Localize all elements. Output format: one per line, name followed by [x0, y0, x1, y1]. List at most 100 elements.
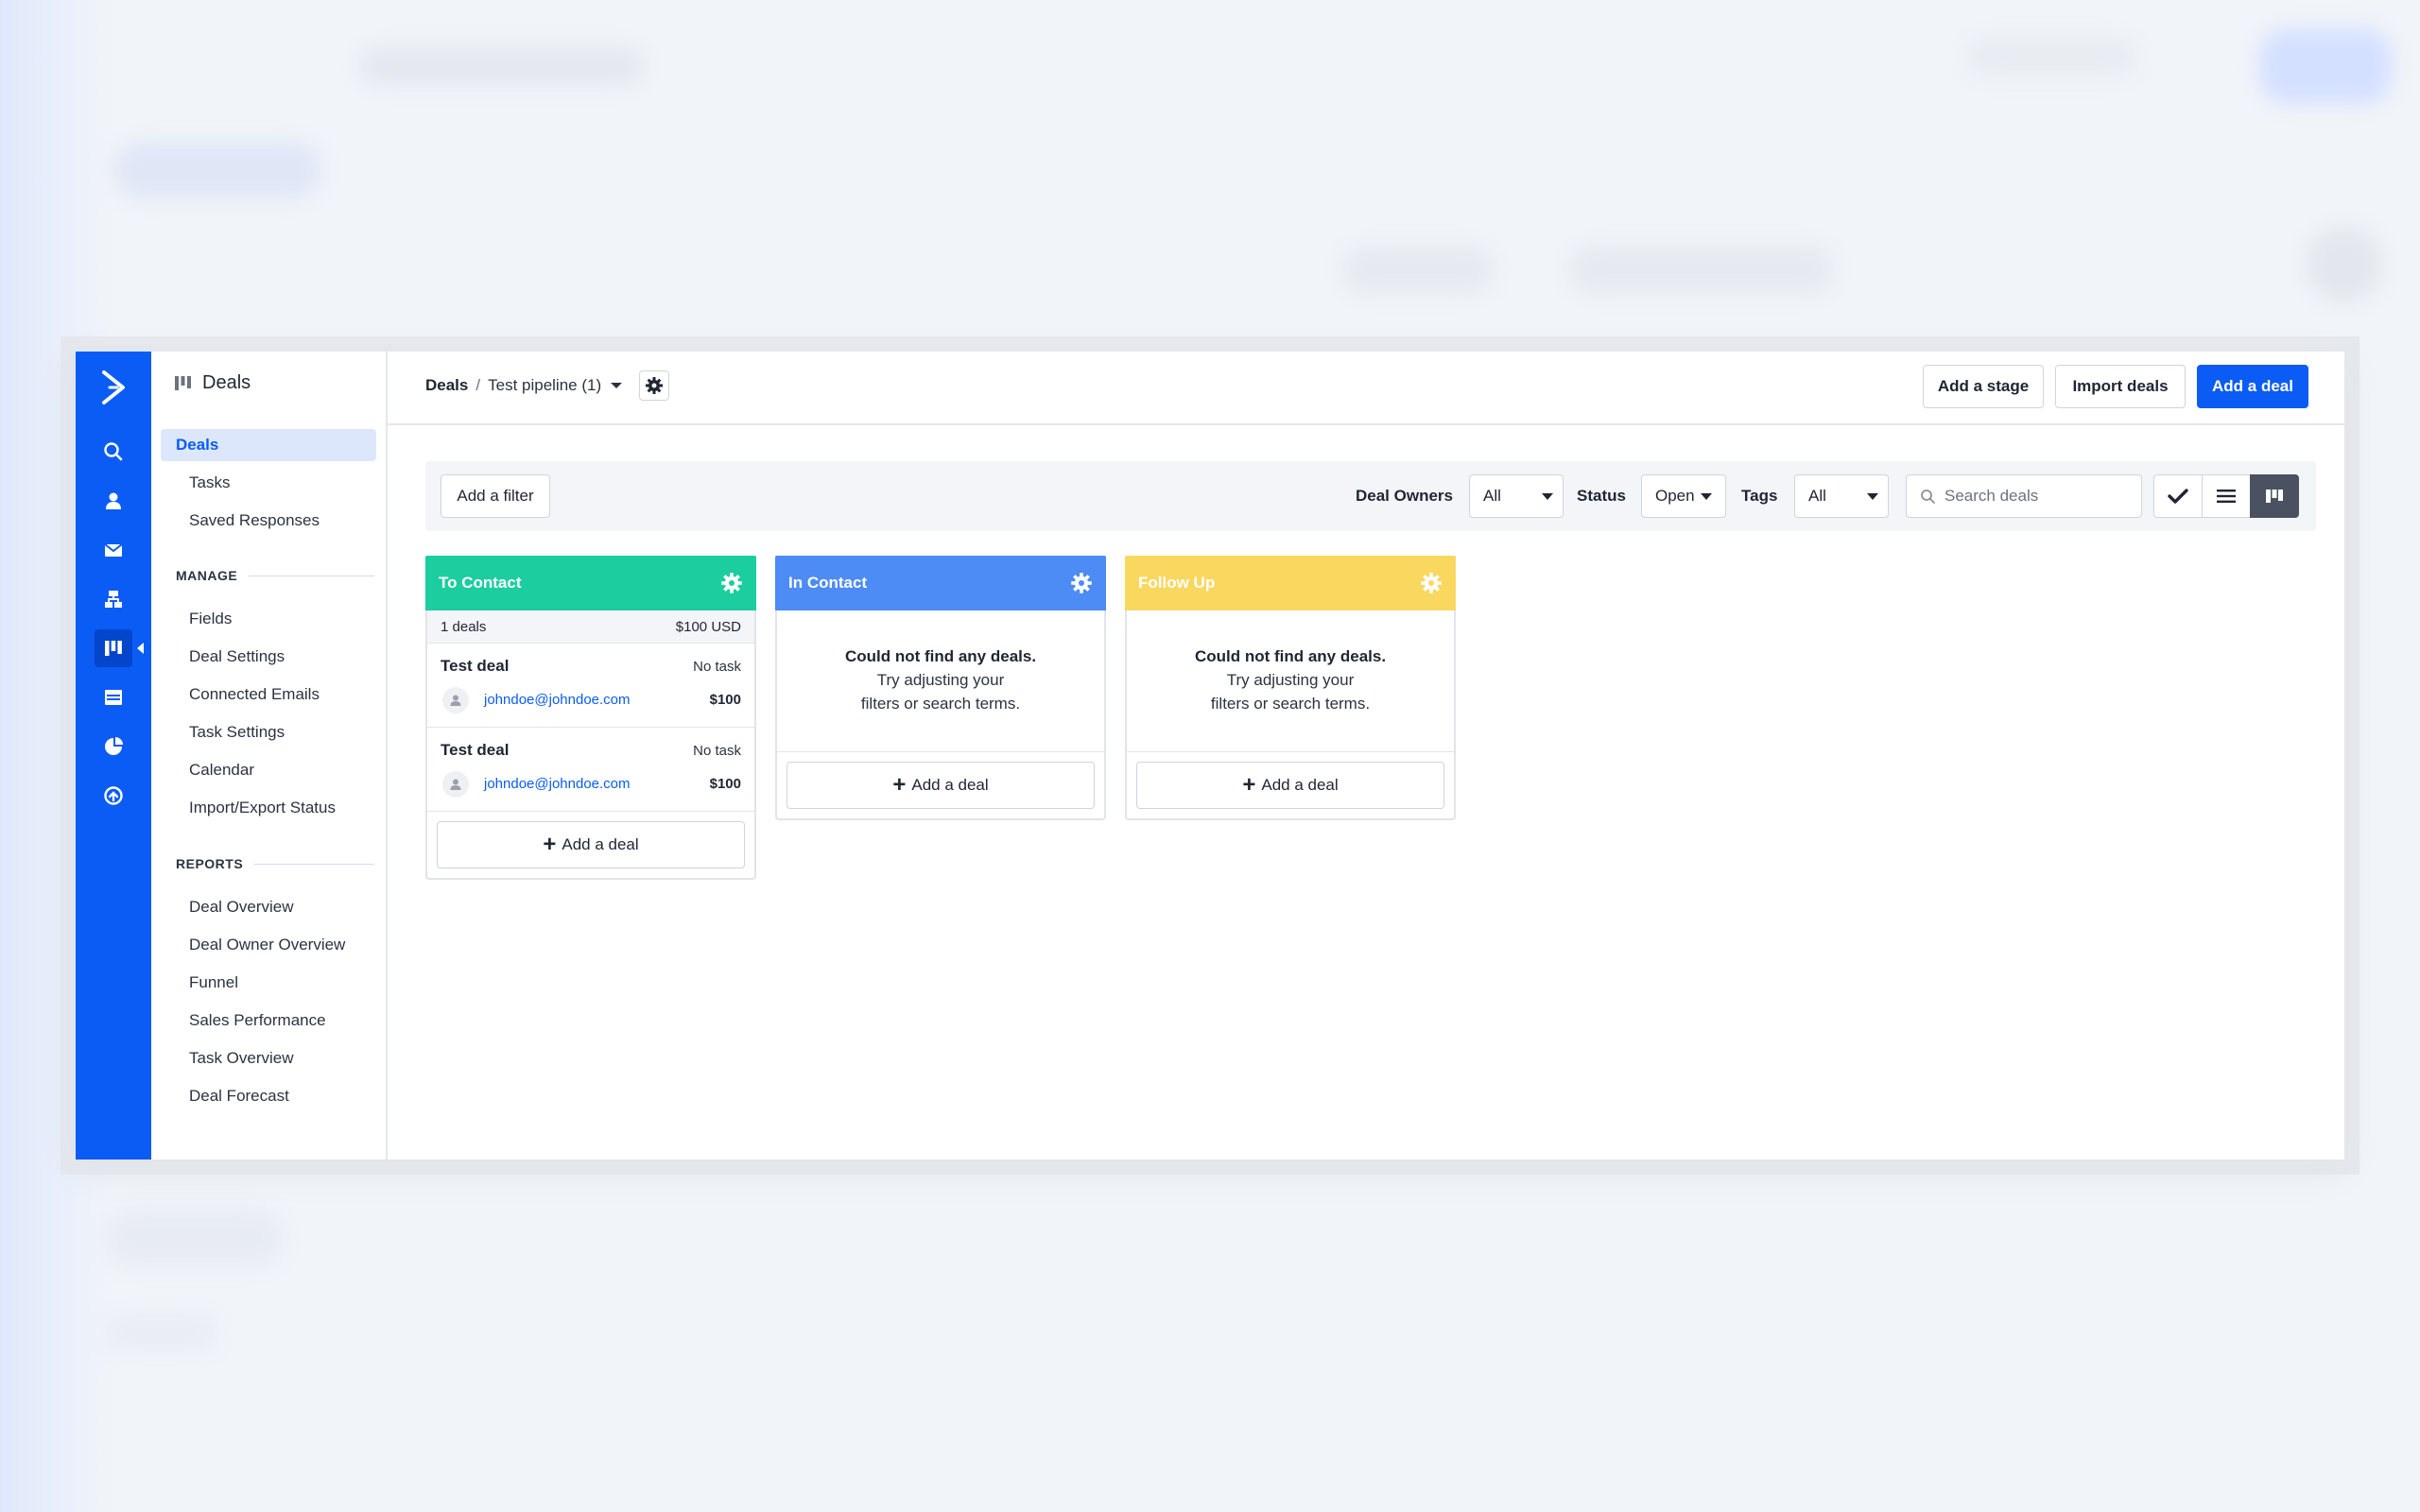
contact-email-link[interactable]: johndoe@johndoe.com [484, 776, 631, 792]
import-deals-button[interactable]: Import deals [2055, 365, 2186, 408]
background-blob [113, 142, 321, 198]
stage-summary: 1 deals $100 USD [427, 610, 754, 644]
subnav-item-task-overview[interactable]: Task Overview [174, 1042, 389, 1074]
list-view-toggle[interactable] [2202, 474, 2251, 518]
stage-add-deal-label: Add a deal [911, 776, 989, 794]
contact-email-link[interactable]: johndoe@johndoe.com [484, 692, 631, 708]
add-deal-button[interactable]: Add a deal [2197, 365, 2308, 408]
subnav-item-saved-responses[interactable]: Saved Responses [174, 505, 389, 537]
board-view-toggle[interactable] [2250, 474, 2299, 518]
empty-state-hint: filters or search terms. [860, 695, 1021, 713]
tags-value: All [1808, 487, 1826, 505]
stage-column-in-contact: In Contact Could not find any deals. Try… [775, 556, 1106, 820]
deal-title[interactable]: Test deal [441, 657, 509, 676]
contacts-icon[interactable] [95, 482, 132, 520]
deal-title[interactable]: Test deal [441, 741, 509, 760]
add-filter-button[interactable]: Add a filter [441, 474, 550, 518]
automations-icon[interactable] [95, 580, 132, 618]
empty-state-hint: filters or search terms. [1210, 695, 1371, 713]
breadcrumb: Deals / Test pipeline (1) [425, 376, 623, 395]
status-value: Open [1655, 487, 1695, 505]
user-icon [450, 695, 461, 706]
stage-column-follow-up: Follow Up Could not find any deals. Try … [1125, 556, 1456, 820]
website-icon[interactable] [95, 679, 132, 716]
deal-owners-label: Deal Owners [1356, 487, 1453, 505]
deal-amount: $100 [709, 692, 741, 708]
deal-owners-select[interactable]: All [1469, 474, 1564, 518]
background-blob [2307, 227, 2382, 302]
stage-name: To Contact [439, 574, 522, 592]
subnav-item-deal-forecast[interactable]: Deal Forecast [174, 1080, 389, 1112]
logo-icon[interactable] [95, 367, 132, 408]
status-label: Status [1577, 487, 1626, 505]
subnav-item-sales-performance[interactable]: Sales Performance [174, 1005, 389, 1037]
subnav-title: Deals [174, 372, 251, 394]
subnav-item-deal-owner-overview[interactable]: Deal Owner Overview [174, 929, 389, 961]
subnav-item-calendar[interactable]: Calendar [174, 754, 389, 786]
bulk-select-toggle[interactable] [2153, 474, 2203, 518]
subnav-item-connected-emails[interactable]: Connected Emails [174, 679, 389, 711]
empty-state: Could not find any deals. Try adjusting … [1127, 610, 1454, 752]
deal-total: $100 USD [675, 618, 741, 635]
search-deals-field[interactable]: Search deals [1906, 474, 2142, 518]
background-blob [2259, 28, 2392, 104]
background-blob [104, 1210, 284, 1266]
pipeline-selector[interactable]: Test pipeline (1) [488, 376, 601, 395]
background-blob [359, 47, 643, 85]
empty-state-title: Could not find any deals. [844, 647, 1037, 665]
deal-card[interactable]: Test deal No task johndoe@johndoe.com $1… [427, 728, 754, 812]
pipeline-settings-button[interactable] [639, 370, 669, 401]
stage-column-to-contact: To Contact 1 deals $100 USD Test deal No… [425, 556, 756, 880]
gear-icon[interactable] [720, 572, 743, 594]
deal-owners-value: All [1483, 487, 1501, 505]
list-icon [2217, 490, 2236, 503]
tags-label: Tags [1741, 487, 1778, 505]
background-blob [1966, 38, 2136, 76]
background-blob [1342, 246, 1494, 293]
subnav-item-funnel[interactable]: Funnel [174, 967, 389, 999]
breadcrumb-separator: / [475, 376, 481, 394]
subnav-item-task-settings[interactable]: Task Settings [174, 716, 389, 748]
main-content: Deals / Test pipeline (1) Add a stage Im… [388, 352, 2344, 1160]
subnav-item-deal-settings[interactable]: Deal Settings [174, 641, 389, 673]
deals-icon[interactable] [95, 629, 144, 667]
gear-icon[interactable] [1070, 572, 1093, 594]
breadcrumb-root[interactable]: Deals [425, 376, 468, 395]
empty-state-title: Could not find any deals. [1194, 647, 1387, 665]
stage-header: In Contact [775, 556, 1106, 610]
header-bar: Deals / Test pipeline (1) Add a stage Im… [388, 352, 2344, 425]
board-icon [2266, 490, 2283, 503]
reports-icon[interactable] [95, 728, 132, 765]
deal-task-status: No task [693, 743, 741, 759]
chevron-down-icon [1867, 493, 1878, 500]
background-blob [1569, 246, 1834, 293]
deal-count: 1 deals [441, 618, 487, 635]
subnav-item-tasks[interactable]: Tasks [174, 467, 389, 499]
add-stage-button[interactable]: Add a stage [1923, 365, 2044, 408]
user-icon [450, 779, 461, 790]
search-icon [1921, 490, 1935, 504]
tags-select[interactable]: All [1794, 474, 1889, 518]
gear-icon[interactable] [1420, 572, 1443, 594]
stage-add-deal-button[interactable]: + Add a deal [437, 821, 745, 868]
stage-add-deal-button[interactable]: + Add a deal [786, 762, 1095, 809]
stage-name: Follow Up [1138, 574, 1216, 592]
subnav-item-fields[interactable]: Fields [174, 603, 389, 635]
chevron-down-icon[interactable] [611, 383, 623, 388]
app-window: Deals Deals Tasks Saved Responses MANAGE… [76, 352, 2344, 1160]
subnav-item-deal-overview[interactable]: Deal Overview [174, 891, 389, 923]
email-icon[interactable] [95, 531, 132, 569]
upgrade-icon[interactable] [95, 777, 132, 815]
deal-amount: $100 [709, 776, 741, 792]
stage-header: Follow Up [1125, 556, 1456, 610]
status-select[interactable]: Open [1641, 474, 1726, 518]
empty-state-hint: Try adjusting your [1226, 671, 1355, 689]
section-label-reports: REPORTS [176, 856, 374, 871]
subnav-item-import-export-status[interactable]: Import/Export Status [174, 792, 389, 824]
search-icon[interactable] [95, 433, 132, 471]
deal-card[interactable]: Test deal No task johndoe@johndoe.com $1… [427, 644, 754, 728]
plus-icon: + [1242, 772, 1256, 798]
stage-add-deal-label: Add a deal [1261, 776, 1339, 794]
stage-add-deal-button[interactable]: + Add a deal [1136, 762, 1444, 809]
subnav-item-deals[interactable]: Deals [161, 429, 376, 461]
